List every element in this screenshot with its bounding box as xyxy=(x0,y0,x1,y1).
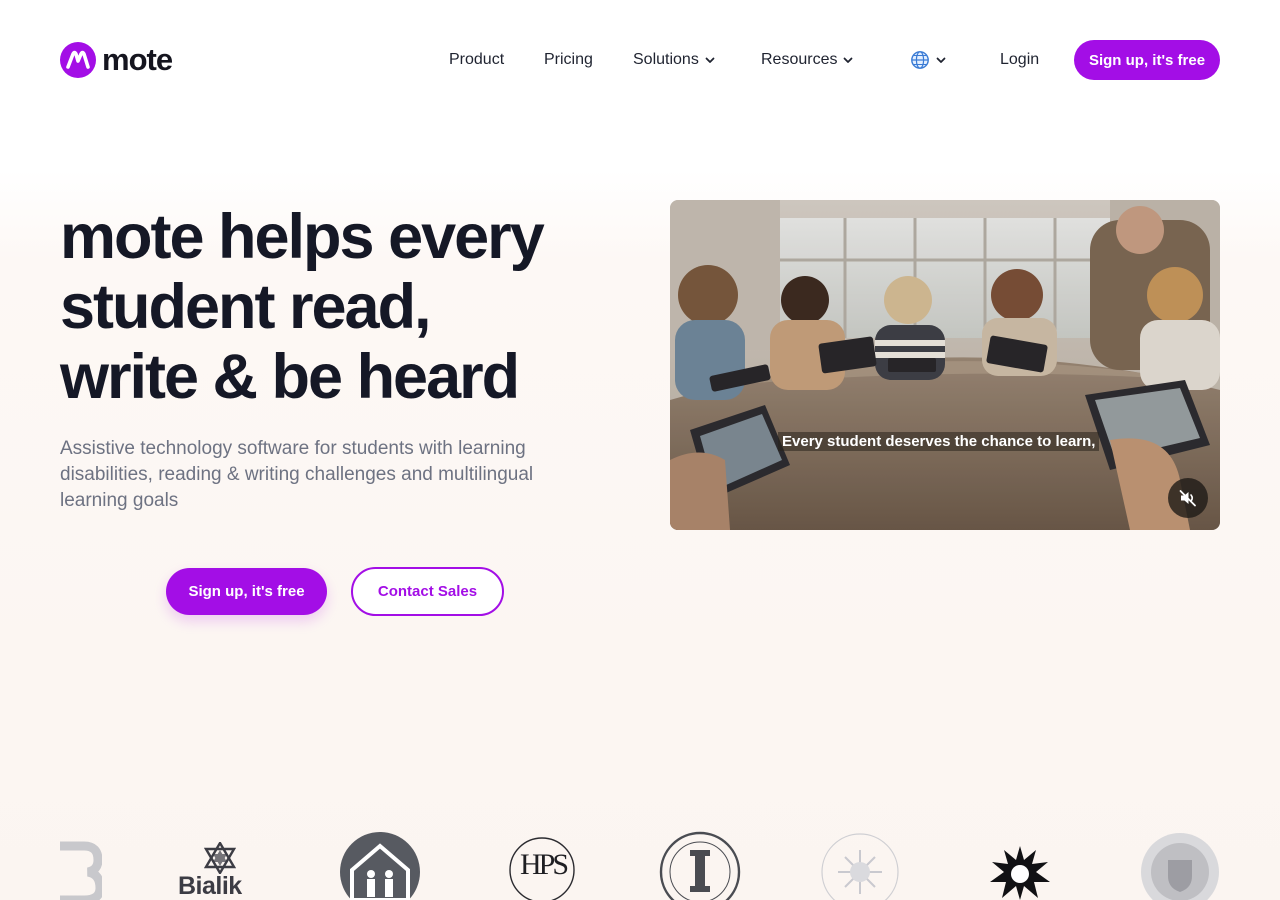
chevron-down-icon xyxy=(705,57,715,63)
bialik-logo-text: Bialik xyxy=(178,872,242,900)
video-caption: Every student deserves the chance to lea… xyxy=(778,432,1100,451)
hero-title-line: student read, xyxy=(60,272,432,342)
header-signup-button[interactable]: Sign up, it's free xyxy=(1074,40,1220,80)
hero-subtitle: Assistive technology software for studen… xyxy=(60,438,534,511)
bialik-logo: Bialik xyxy=(178,830,263,900)
hero-title-line: mote helps every xyxy=(60,202,545,272)
chevron-down-icon xyxy=(936,57,946,63)
partner-logo-3 xyxy=(60,841,102,900)
nav-resources-label: Resources xyxy=(761,51,838,68)
mote-logo[interactable]: mote xyxy=(60,42,173,78)
nav-login[interactable]: Login xyxy=(1000,51,1039,69)
hero-title-line: write & be heard xyxy=(60,342,520,412)
classroom-video-frame xyxy=(670,200,1220,530)
hero-signup-button[interactable]: Sign up, it's free xyxy=(166,568,327,615)
nav-pricing[interactable]: Pricing xyxy=(544,51,593,69)
nav-resources[interactable]: Resources xyxy=(761,51,853,69)
chevron-down-icon xyxy=(844,57,853,63)
school-house-logo xyxy=(340,832,420,900)
globe-icon xyxy=(911,51,929,69)
hero-video[interactable]: Every student deserves the chance to lea… xyxy=(670,200,1220,530)
school-crest-logo xyxy=(1141,833,1219,900)
academy-trust-logo xyxy=(821,833,899,900)
hauppauge-public-schools-logo: HPS xyxy=(506,830,578,900)
language-selector[interactable] xyxy=(910,50,946,70)
nav-solutions[interactable]: Solutions xyxy=(633,51,715,69)
muted-speaker-icon xyxy=(1179,490,1196,507)
mote-logo-text: mote xyxy=(102,42,173,77)
unmute-button[interactable] xyxy=(1168,478,1208,518)
hero-title: mote helps every student read, write & b… xyxy=(60,202,620,412)
irvington-logo xyxy=(659,831,741,900)
nav-product[interactable]: Product xyxy=(449,51,504,69)
site-header: mote Product Pricing Solutions Resources… xyxy=(0,0,1280,120)
nav-solutions-label: Solutions xyxy=(633,51,699,68)
contact-sales-button[interactable]: Contact Sales xyxy=(351,567,504,616)
sunburst-crest-logo xyxy=(990,846,1050,900)
hauppauge-monogram: HPS xyxy=(520,848,569,881)
school-logos-strip: Bialik HPS xyxy=(60,830,1220,900)
mote-logo-mark xyxy=(60,42,96,78)
star-of-david-icon xyxy=(204,842,236,874)
